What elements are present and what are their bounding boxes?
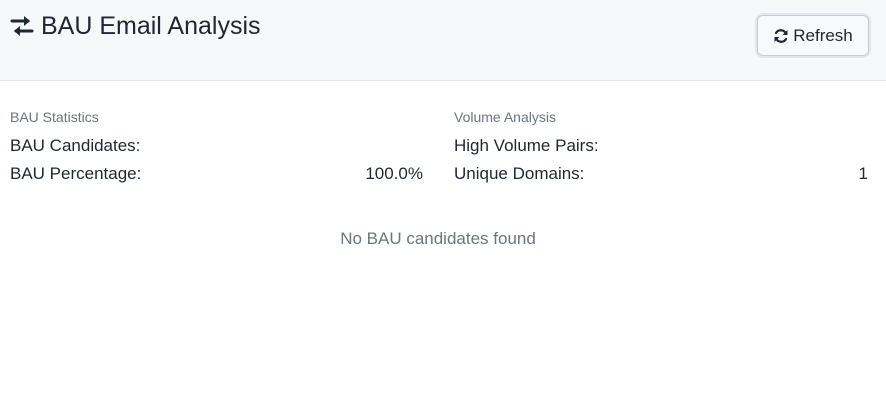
refresh-button-label: Refresh xyxy=(793,25,853,45)
stat-value: 1 xyxy=(858,164,868,183)
stat-label: BAU Percentage: xyxy=(10,164,142,183)
exchange-arrows-icon xyxy=(9,13,35,39)
sync-icon xyxy=(773,28,789,44)
refresh-button[interactable]: Refresh xyxy=(757,15,869,56)
stat-row-bau-candidates: BAU Candidates: xyxy=(10,132,423,160)
page-title: BAU Email Analysis xyxy=(41,12,261,40)
volume-analysis-title: Volume Analysis xyxy=(454,109,556,125)
page-title-group: BAU Email Analysis xyxy=(9,10,261,42)
stat-row-high-volume-pairs: High Volume Pairs: xyxy=(454,132,868,160)
stat-row-bau-percentage: BAU Percentage: 100.0% xyxy=(10,160,423,188)
bau-statistics-section: BAU Statistics BAU Candidates: BAU Perce… xyxy=(10,108,423,188)
stat-row-unique-domains: Unique Domains: 1 xyxy=(454,160,868,188)
bau-statistics-title: BAU Statistics xyxy=(10,109,99,125)
volume-analysis-section: Volume Analysis High Volume Pairs: Uniqu… xyxy=(454,108,868,188)
empty-state-message: No BAU candidates found xyxy=(340,229,536,248)
stat-label: High Volume Pairs: xyxy=(454,136,599,155)
stat-label: Unique Domains: xyxy=(454,164,585,183)
stat-value: 100.0% xyxy=(365,164,423,183)
header: BAU Email Analysis Refresh xyxy=(0,0,886,81)
stat-label: BAU Candidates: xyxy=(10,136,141,155)
